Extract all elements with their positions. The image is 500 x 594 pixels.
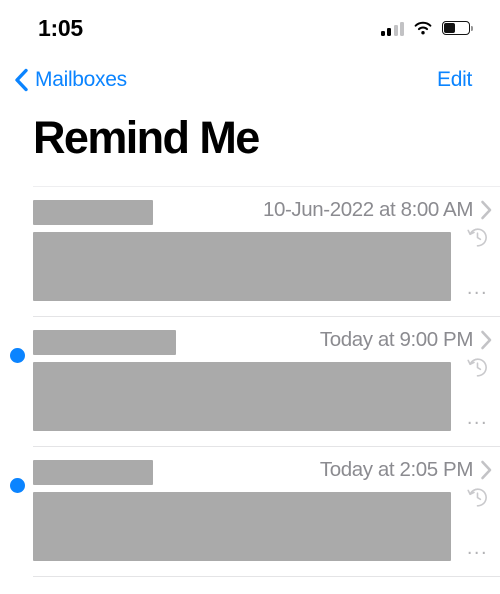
edit-button[interactable]: Edit (437, 68, 472, 92)
row-date-group: Today at 9:00 PM (320, 328, 492, 352)
list-item[interactable]: Today at 2:05 PM ... (0, 447, 500, 576)
list-item[interactable]: 10-Jun-2022 at 8:00 AM ... (0, 187, 500, 316)
back-button-label: Mailboxes (35, 68, 127, 91)
chevron-right-icon[interactable] (480, 460, 492, 480)
row-date-group: 10-Jun-2022 at 8:00 AM (263, 198, 492, 222)
chevron-right-icon[interactable] (480, 200, 492, 220)
back-to-mailboxes-button[interactable]: Mailboxes (14, 68, 127, 92)
cellular-signal-icon (380, 21, 404, 36)
clock-arrow-circlepath-icon (467, 487, 488, 508)
overflow-ellipsis[interactable]: ... (467, 278, 488, 298)
chevron-left-icon (14, 68, 29, 92)
unread-dot-icon (10, 478, 25, 493)
mail-remind-me-screen: 1:05 Mailboxes Edit Remind Me 10-Jun-202… (0, 0, 500, 594)
clock-arrow-circlepath-icon (467, 227, 488, 248)
overflow-ellipsis[interactable]: ... (467, 538, 488, 558)
status-bar-time: 1:05 (38, 14, 83, 41)
sender-redacted-block (33, 330, 176, 355)
message-date: Today at 9:00 PM (319, 328, 474, 351)
battery-icon (442, 21, 474, 35)
page-title: Remind Me (33, 112, 260, 163)
preview-redacted-block (33, 232, 451, 301)
status-bar-icons (380, 21, 474, 36)
list-item[interactable]: Today at 9:00 PM ... (0, 317, 500, 446)
wifi-icon (413, 21, 433, 36)
clock-arrow-circlepath-icon (467, 357, 488, 378)
preview-redacted-block (33, 492, 451, 561)
navigation-bar: Mailboxes Edit (0, 56, 500, 104)
row-date-group: Today at 2:05 PM (320, 458, 492, 482)
list-separator (33, 576, 500, 577)
message-date: Today at 2:05 PM (319, 458, 474, 481)
chevron-right-icon[interactable] (480, 330, 492, 350)
sender-redacted-block (33, 460, 153, 485)
overflow-ellipsis[interactable]: ... (467, 408, 488, 428)
preview-redacted-block (33, 362, 451, 431)
sender-redacted-block (33, 200, 153, 225)
status-bar: 1:05 (0, 0, 500, 56)
remind-me-message-list: 10-Jun-2022 at 8:00 AM ... Today at 9:00… (0, 186, 500, 577)
message-date: 10-Jun-2022 at 8:00 AM (262, 198, 473, 221)
unread-dot-icon (10, 348, 25, 363)
